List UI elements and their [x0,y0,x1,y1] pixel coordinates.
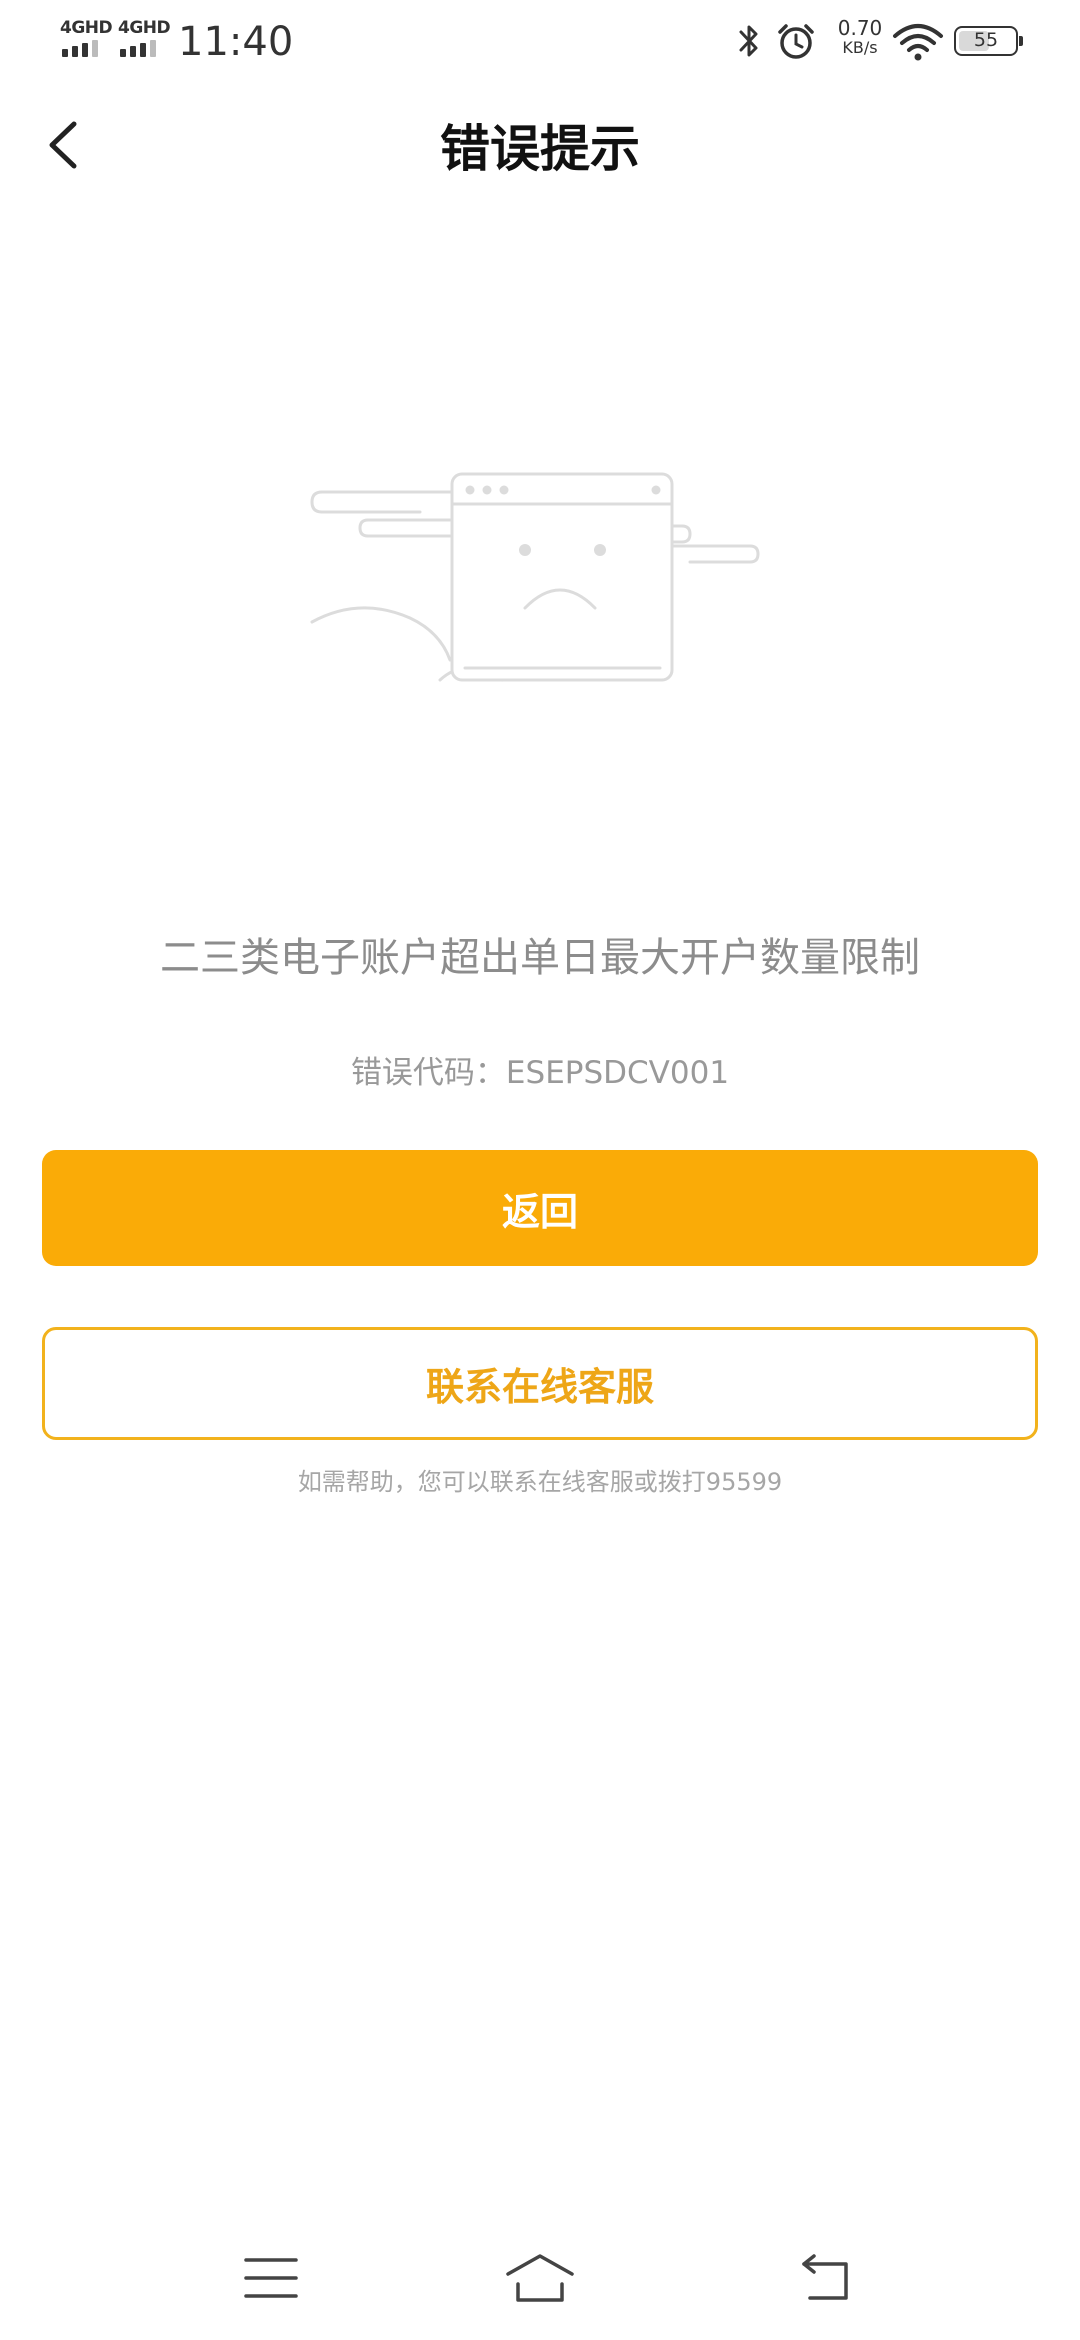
sad-window-icon [310,472,760,682]
menu-button[interactable] [232,2248,312,2308]
home-button[interactable] [500,2248,580,2308]
system-navigation-bar [0,2230,1080,2340]
back-arrow-icon [802,2254,848,2300]
wifi-icon [893,24,943,61]
status-bar: 4GHD 4GHD 11:40 0.70 KB/s 55 [0,0,1080,84]
status-time: 11:40 [178,19,294,65]
contact-online-service-button[interactable]: 联系在线客服 [42,1327,1038,1440]
error-message: 二三类电子账户超出单日最大开户数量限制 [160,935,920,981]
signal-icon: 4GHD [116,18,171,62]
battery-level: 55 [973,29,999,51]
bluetooth-icon [739,25,758,57]
system-back-button[interactable] [788,2248,868,2308]
network-type-label: 4GHD [118,18,171,38]
network-speed-value: 0.70 [837,16,883,40]
return-button[interactable]: 返回 [42,1150,1038,1266]
network-type-label: 4GHD [60,18,113,38]
signal-icon: 4GHD [58,18,113,62]
alarm-icon [778,24,814,59]
error-code: 错误代码：ESEPSDCV001 [350,1055,730,1091]
network-speed-unit: KB/s [842,38,878,57]
battery-icon: 55 [954,26,1023,56]
help-text: 如需帮助，您可以联系在线客服或拨打95599 [297,1468,783,1496]
home-icon [506,2254,574,2302]
nav-bar: 错误提示 [0,84,1080,214]
page-title: 错误提示 [440,120,640,178]
menu-icon [244,2258,298,2298]
network-speed: 0.70 KB/s [828,18,892,56]
